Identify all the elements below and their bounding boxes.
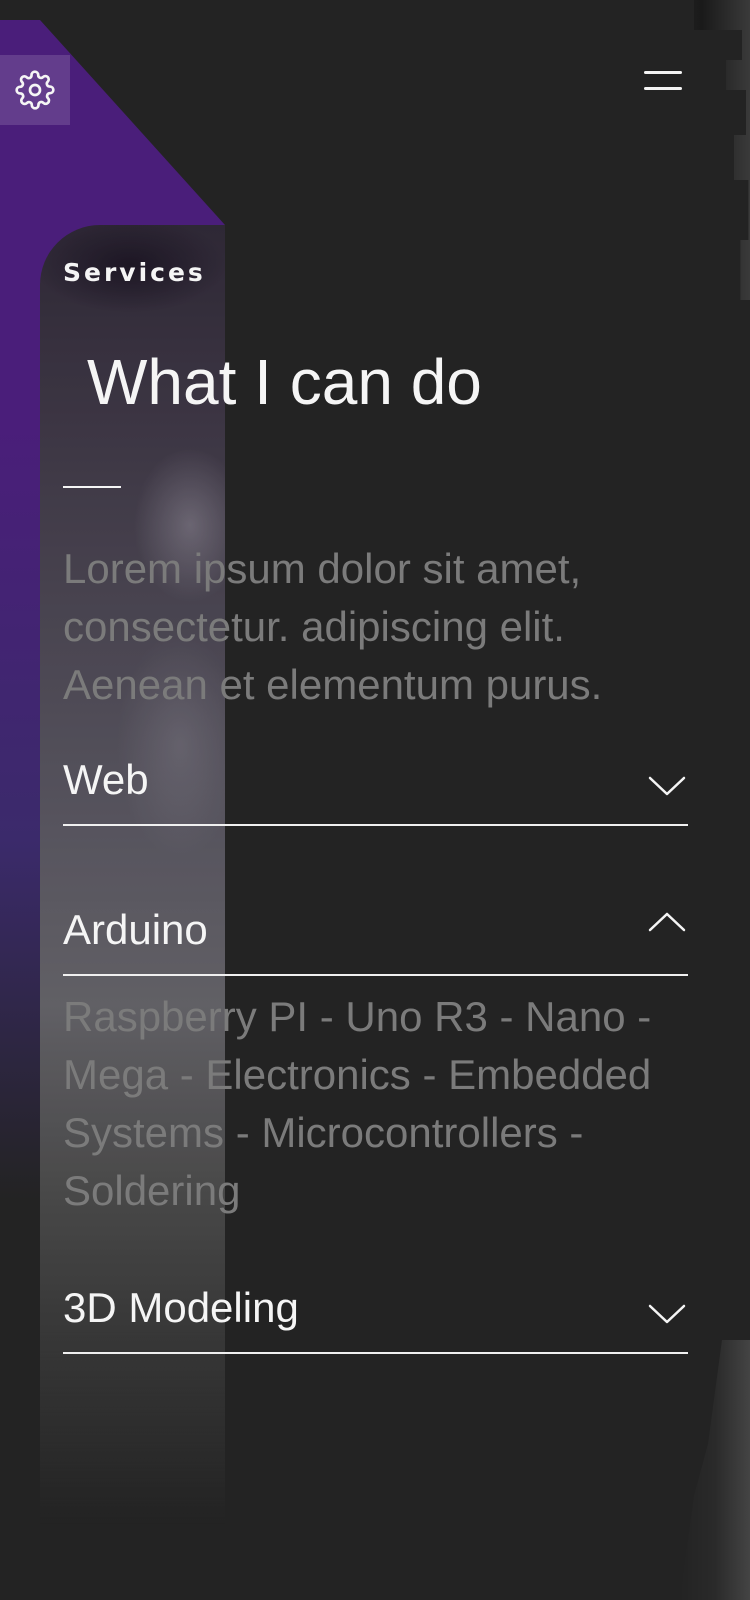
chevron-down-icon [648, 776, 686, 796]
accordion-item-arduino: Arduino Raspberry PI - Uno R3 - Nano - M… [63, 884, 688, 1220]
accordion-header-3d-modeling[interactable]: 3D Modeling [63, 1262, 688, 1354]
section-eyebrow: Services [63, 258, 206, 287]
accordion-body-arduino: Raspberry PI - Uno R3 - Nano - Mega - El… [63, 993, 652, 1214]
chevron-down-icon [648, 1304, 686, 1324]
accordion-label: 3D Modeling [63, 1284, 299, 1331]
accordion-header-arduino[interactable]: Arduino [63, 884, 688, 976]
accordion-label: Arduino [63, 906, 208, 953]
hamburger-menu-icon-line [644, 87, 682, 90]
accordion-label: Web [63, 756, 149, 803]
services-page: Services What I can do Lorem ipsum dolor… [0, 0, 750, 1600]
decorative-gear-image [694, 0, 750, 300]
hamburger-menu-icon [644, 71, 682, 74]
title-divider [63, 486, 121, 488]
intro-text: Lorem ipsum dolor sit amet, consectetur.… [63, 545, 603, 708]
gear-icon [15, 70, 55, 110]
decorative-gear-image-bottom [680, 1340, 750, 1600]
accordion-item-3d-modeling: 3D Modeling [63, 1262, 688, 1354]
chevron-up-icon [648, 912, 686, 932]
page-title: What I can do [87, 346, 482, 418]
accordion-header-web[interactable]: Web [63, 734, 688, 826]
accordion-item-web: Web [63, 734, 688, 826]
menu-button[interactable] [642, 68, 682, 96]
settings-button[interactable] [0, 55, 70, 125]
